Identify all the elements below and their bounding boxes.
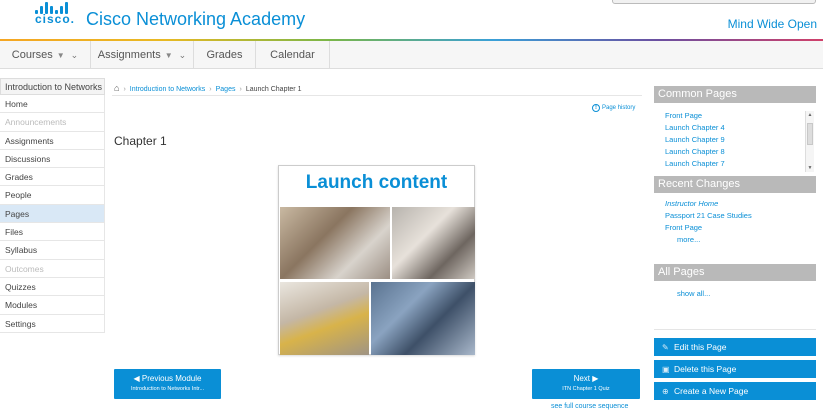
nav-courses-label: Courses: [11, 49, 53, 61]
common-page-link[interactable]: Launch Chapter 4: [665, 122, 816, 134]
common-page-link[interactable]: Launch Chapter 7: [665, 158, 816, 170]
divider: [654, 329, 816, 330]
caret-down-icon: ▼: [164, 51, 173, 60]
site-header: cisco. Cisco Networking Academy Mind Wid…: [0, 0, 823, 38]
sidebar-item-people[interactable]: People: [0, 186, 105, 205]
top-navigation: Courses ▼ ⌄ Assignments ▼ ⌄ Grades Calendar: [0, 41, 823, 69]
nav-calendar-label: Calendar: [270, 49, 315, 61]
sidebar-item-pages[interactable]: Pages: [0, 204, 105, 224]
site-title[interactable]: Cisco Networking Academy: [86, 9, 305, 30]
breadcrumb-separator: ›: [239, 86, 242, 93]
scrollbar-thumb[interactable]: [807, 123, 813, 145]
page-history-link[interactable]: ! Page history: [592, 104, 635, 112]
breadcrumb: ⌂ › Introduction to Networks › Pages › Launch …: [114, 83, 301, 93]
photo-technician-ladder: [280, 282, 369, 355]
next-module-button[interactable]: Next ▶ ITN Chapter 1 Quiz: [532, 369, 640, 399]
photo-ip-phone: [392, 207, 475, 279]
sidebar-item-syllabus[interactable]: Syllabus: [0, 241, 105, 260]
breadcrumb-pages[interactable]: Pages: [216, 86, 236, 93]
create-page-label: Create a New Page: [674, 386, 749, 396]
course-title[interactable]: Introduction to Networks: [0, 78, 105, 95]
sidebar-item-assignments[interactable]: Assignments: [0, 131, 105, 150]
previous-module-button[interactable]: ◀ Previous Module Introduction to Networ…: [114, 369, 221, 399]
common-pages-scrollbar-wrap: ▲ ▼: [805, 111, 814, 172]
recent-change-link[interactable]: Instructor Home: [665, 198, 816, 210]
chevron-down-icon: ⌄: [178, 50, 187, 60]
sidebar-item-discussions[interactable]: Discussions: [0, 149, 105, 169]
breadcrumb-separator: ›: [123, 86, 126, 93]
show-all-pages-link[interactable]: show all...: [665, 288, 816, 300]
divider: [112, 95, 642, 96]
nav-assignments-label: Assignments: [97, 49, 161, 61]
caret-down-icon: ▼: [56, 51, 65, 60]
common-pages-header: Common Pages: [654, 86, 816, 103]
common-pages-scrollbar[interactable]: ▲ ▼: [805, 111, 814, 172]
common-page-link[interactable]: Front Page: [665, 110, 816, 122]
previous-module-sublabel: Introduction to Networks Intr...: [130, 386, 205, 392]
nav-grades-label: Grades: [206, 49, 243, 61]
breadcrumb-current: Launch Chapter 1: [245, 86, 302, 93]
full-course-sequence-link[interactable]: see full course sequence: [551, 403, 628, 410]
sidebar-item-home[interactable]: Home: [0, 95, 105, 114]
chevron-down-icon: ⌄: [70, 50, 79, 60]
sidebar-item-files[interactable]: Files: [0, 223, 105, 242]
photo-office-worker: [280, 207, 390, 279]
delete-page-label: Delete this Page: [674, 364, 737, 374]
common-page-link[interactable]: Launch Chapter 8: [665, 146, 816, 158]
home-icon[interactable]: ⌂: [114, 83, 119, 93]
next-module-sublabel: ITN Chapter 1 Quiz: [562, 386, 610, 392]
recent-change-link[interactable]: Front Page: [665, 222, 816, 234]
recent-changes-more-link[interactable]: more...: [665, 234, 816, 246]
create-page-button[interactable]: ⊕ Create a New Page: [654, 382, 816, 400]
sidebar-item-announcements[interactable]: Announcements: [0, 113, 105, 132]
recent-changes-header: Recent Changes: [654, 176, 816, 193]
previous-module-label: ◀ Previous Module: [133, 374, 202, 383]
launch-content-title: Launch content: [305, 172, 448, 193]
page-title: Chapter 1: [114, 134, 167, 148]
cisco-logo-text: cisco.: [35, 12, 76, 26]
sidebar-item-outcomes[interactable]: Outcomes: [0, 259, 105, 278]
photo-server-room: [371, 282, 475, 355]
scroll-down-icon[interactable]: ▼: [806, 165, 814, 171]
sidebar-item-grades[interactable]: Grades: [0, 168, 105, 187]
nav-grades[interactable]: Grades: [194, 41, 256, 69]
scroll-up-icon[interactable]: ▲: [806, 112, 814, 118]
course-sidebar: Introduction to Networks Home Announceme…: [0, 78, 105, 333]
all-pages-section: show all...: [654, 281, 816, 329]
search-box[interactable]: [612, 0, 816, 4]
common-page-link[interactable]: Launch Chapter 9: [665, 134, 816, 146]
nav-assignments[interactable]: Assignments ▼ ⌄: [91, 41, 194, 69]
breadcrumb-course[interactable]: Introduction to Networks: [130, 86, 205, 93]
sidebar-item-modules[interactable]: Modules: [0, 296, 105, 315]
edit-page-button[interactable]: ✎ Edit this Page: [654, 338, 816, 356]
pencil-icon: ✎: [662, 343, 669, 352]
common-pages-list: Front Page Launch Chapter 4 Launch Chapt…: [654, 103, 816, 176]
nav-calendar[interactable]: Calendar: [256, 41, 330, 69]
next-module-label: Next ▶: [573, 374, 599, 383]
plus-icon: ⊕: [662, 387, 669, 396]
sidebar-item-quizzes[interactable]: Quizzes: [0, 277, 105, 297]
sidebar-item-settings[interactable]: Settings: [0, 314, 105, 333]
nav-courses[interactable]: Courses ▼ ⌄: [0, 41, 91, 69]
recent-change-link[interactable]: Passport 21 Case Studies: [665, 210, 816, 222]
all-pages-header: All Pages: [654, 264, 816, 281]
history-icon: !: [592, 104, 600, 112]
tagline: Mind Wide Open: [727, 17, 817, 31]
trash-icon: ▣: [662, 365, 670, 374]
edit-page-label: Edit this Page: [674, 342, 727, 352]
right-sidebar: Common Pages Front Page Launch Chapter 4…: [654, 86, 816, 404]
breadcrumb-separator: ›: [209, 86, 212, 93]
launch-content-image[interactable]: Launch content: [278, 165, 475, 355]
delete-page-button[interactable]: ▣ Delete this Page: [654, 360, 816, 378]
page-history-label: Page history: [602, 105, 636, 111]
recent-changes-list: Instructor Home Passport 21 Case Studies…: [654, 193, 816, 264]
